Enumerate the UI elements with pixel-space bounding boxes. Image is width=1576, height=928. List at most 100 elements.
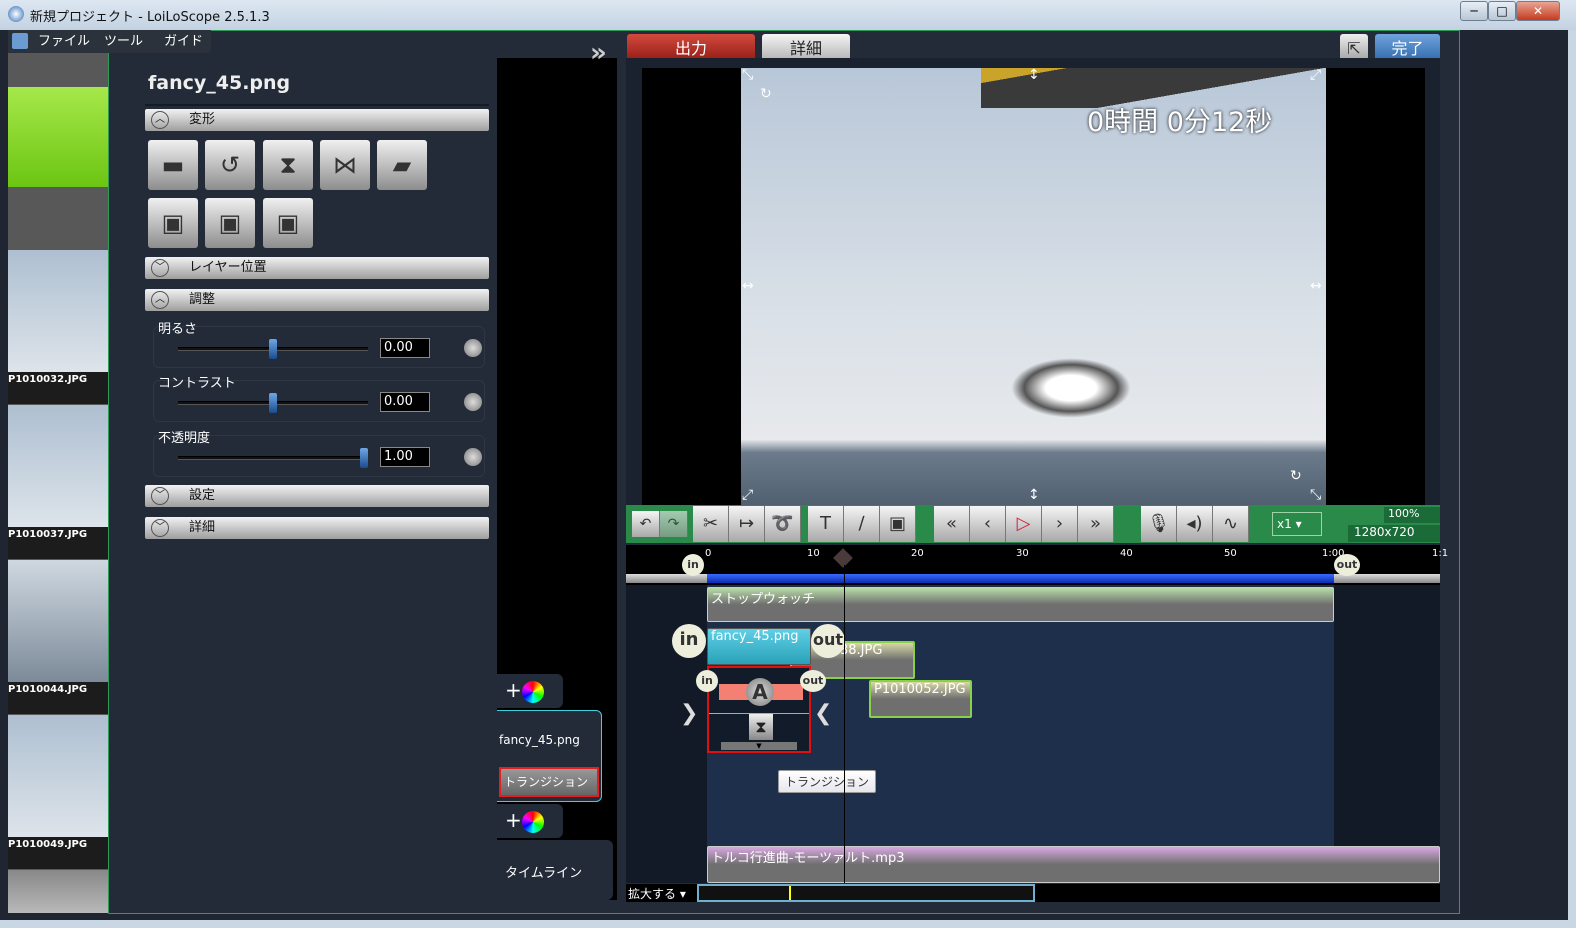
time-ruler[interactable]: 0 10 20 30 40 50 1:00 1:1 in out	[626, 545, 1448, 585]
scissors-icon[interactable]: ✂	[693, 506, 729, 542]
clip-out-marker[interactable]: out	[811, 624, 845, 658]
right-arrow-handle-icon[interactable]: ❮	[814, 701, 832, 726]
chevron-down-icon: ﹀	[151, 519, 169, 537]
next-frame-icon[interactable]: ›	[1042, 506, 1078, 542]
resize-handle-icon[interactable]: ↕	[1028, 487, 1040, 503]
left-arrow-handle-icon[interactable]: ❯	[680, 701, 698, 726]
slider-handle[interactable]	[360, 448, 368, 468]
brightness-slider[interactable]	[178, 339, 368, 359]
clip-p1010052[interactable]: P1010052.JPG	[869, 680, 972, 718]
contrast-value[interactable]: 0.00	[380, 392, 430, 412]
media-thumb[interactable]	[8, 250, 108, 372]
zoom-dropdown[interactable]: 拡大する ▾	[628, 885, 686, 902]
reset-icon[interactable]	[464, 448, 482, 466]
waveform-icon[interactable]: ∿	[1213, 506, 1249, 542]
speed-select[interactable]: x1 ▾	[1272, 512, 1322, 536]
resize-handle-icon[interactable]: ↔	[1310, 278, 1322, 294]
menu-tools[interactable]: ツール	[104, 30, 143, 53]
tooltip: トランジション	[778, 770, 877, 793]
rotate-handle-icon[interactable]: ↻	[760, 86, 772, 102]
clip-audio[interactable]: トルコ行進曲-モーツァルト.mp3	[707, 846, 1440, 883]
in-marker[interactable]: in	[682, 554, 704, 576]
reset-icon[interactable]	[464, 339, 482, 357]
opacity-slider[interactable]	[178, 448, 368, 468]
play-range-bar[interactable]	[707, 574, 1334, 583]
section-transform[interactable]: ︿ 変形	[145, 109, 489, 131]
save-icon[interactable]	[12, 33, 28, 49]
microphone-icon[interactable]: 🎙	[1141, 506, 1177, 542]
section-layer-position[interactable]: ﹀ レイヤー位置	[145, 257, 489, 279]
hourglass-icon[interactable]: ⧗	[749, 714, 773, 740]
brightness-value[interactable]: 0.00	[380, 338, 430, 358]
clip-fancy[interactable]: fancy_45.png	[707, 628, 811, 665]
preview-image[interactable]: 0時間 0分12秒	[741, 68, 1326, 505]
pip-corner-button[interactable]: ▣	[205, 198, 255, 248]
opacity-value[interactable]: 1.00	[380, 447, 430, 467]
resize-handle-icon[interactable]: ⤡	[1310, 487, 1321, 503]
transition-a-button[interactable]: A	[746, 678, 774, 706]
prev-frame-icon[interactable]: ‹	[970, 506, 1006, 542]
split-icon[interactable]: ↦	[729, 506, 765, 542]
close-button[interactable]: ✕	[1516, 1, 1560, 21]
slider-handle[interactable]	[269, 339, 277, 359]
tick-label: 30	[1016, 548, 1029, 559]
rewind-icon[interactable]: «	[934, 506, 970, 542]
transition-out-marker[interactable]: out	[800, 670, 826, 692]
minimize-button[interactable]: ─	[1460, 1, 1488, 21]
transition-button[interactable]: トランジション ◉	[499, 767, 599, 815]
play-icon[interactable]: ▷	[1006, 506, 1042, 542]
media-thumb[interactable]	[8, 870, 108, 913]
transition-in-marker[interactable]: in	[696, 670, 718, 692]
slider-handle[interactable]	[269, 393, 277, 413]
dropdown-icon[interactable]: ▼	[721, 742, 797, 750]
lasso-icon[interactable]: ➰	[765, 506, 801, 542]
snapshot-icon[interactable]: ▣	[880, 506, 916, 542]
section-details[interactable]: ﹀ 詳細	[145, 517, 489, 539]
add-layer-button[interactable]: +	[497, 674, 563, 708]
timeline-tab[interactable]: タイムライン	[497, 840, 613, 900]
media-thumb[interactable]	[8, 405, 108, 527]
add-layer-button[interactable]: +	[497, 804, 563, 838]
clip-in-marker[interactable]: in	[672, 624, 706, 658]
fit-button[interactable]: ▬	[148, 140, 198, 190]
menu-guide[interactable]: ガイド	[164, 30, 203, 53]
media-list[interactable]: P1010032.JPG P1010037.JPG P1010044.JPG P…	[8, 53, 108, 913]
volume-icon[interactable]: ◂)	[1177, 506, 1213, 542]
resolution-select[interactable]: 1280x720	[1348, 525, 1440, 542]
section-adjust[interactable]: ︿ 調整	[145, 289, 489, 311]
text-icon[interactable]: T	[808, 506, 844, 542]
zoom-select[interactable]: 100%	[1384, 507, 1440, 523]
rotate-button[interactable]: ↺	[205, 140, 255, 190]
seagull-shape	[1011, 358, 1131, 418]
fast-forward-icon[interactable]: »	[1078, 506, 1114, 542]
pip-small-button[interactable]: ▣	[148, 198, 198, 248]
flip-vertical-button[interactable]: ⧗	[263, 140, 313, 190]
resize-handle-icon[interactable]: ⤢	[742, 487, 753, 503]
clip-stopwatch[interactable]: ストップウォッチ	[707, 587, 1334, 622]
tilt-button[interactable]: ▰	[377, 140, 427, 190]
maximize-button[interactable]: □	[1488, 1, 1516, 21]
playhead-handle[interactable]	[833, 548, 853, 568]
reset-icon[interactable]	[464, 393, 482, 411]
media-thumb[interactable]	[8, 715, 108, 837]
flip-horizontal-button[interactable]: ⋈	[320, 140, 370, 190]
undo-button[interactable]: ↶	[632, 511, 660, 537]
transition-editor[interactable]: A ⧗ ▼	[707, 666, 811, 753]
layer-card[interactable]: fancy_45.png トランジション ◉	[497, 710, 602, 815]
pen-icon[interactable]: ∕	[844, 506, 880, 542]
resize-handle-icon[interactable]: ⤡	[742, 67, 753, 83]
menu-file[interactable]: ファイル	[38, 30, 90, 53]
media-thumb[interactable]	[8, 560, 108, 682]
out-marker[interactable]: out	[1334, 554, 1360, 576]
resize-handle-icon[interactable]: ↔	[742, 278, 754, 294]
section-settings[interactable]: ﹀ 設定	[145, 485, 489, 507]
media-thumb-green[interactable]	[8, 87, 108, 187]
pip-left-button[interactable]: ▣	[263, 198, 313, 248]
overview-scrollbar[interactable]	[697, 884, 1035, 902]
resize-handle-icon[interactable]: ↕	[1028, 67, 1040, 83]
resize-handle-icon[interactable]: ⤢	[1310, 67, 1321, 83]
collapse-button[interactable]: »	[590, 38, 607, 68]
contrast-slider[interactable]	[178, 393, 368, 413]
rotate-handle-icon[interactable]: ↻	[1290, 468, 1302, 484]
redo-button[interactable]: ↷	[660, 511, 688, 537]
